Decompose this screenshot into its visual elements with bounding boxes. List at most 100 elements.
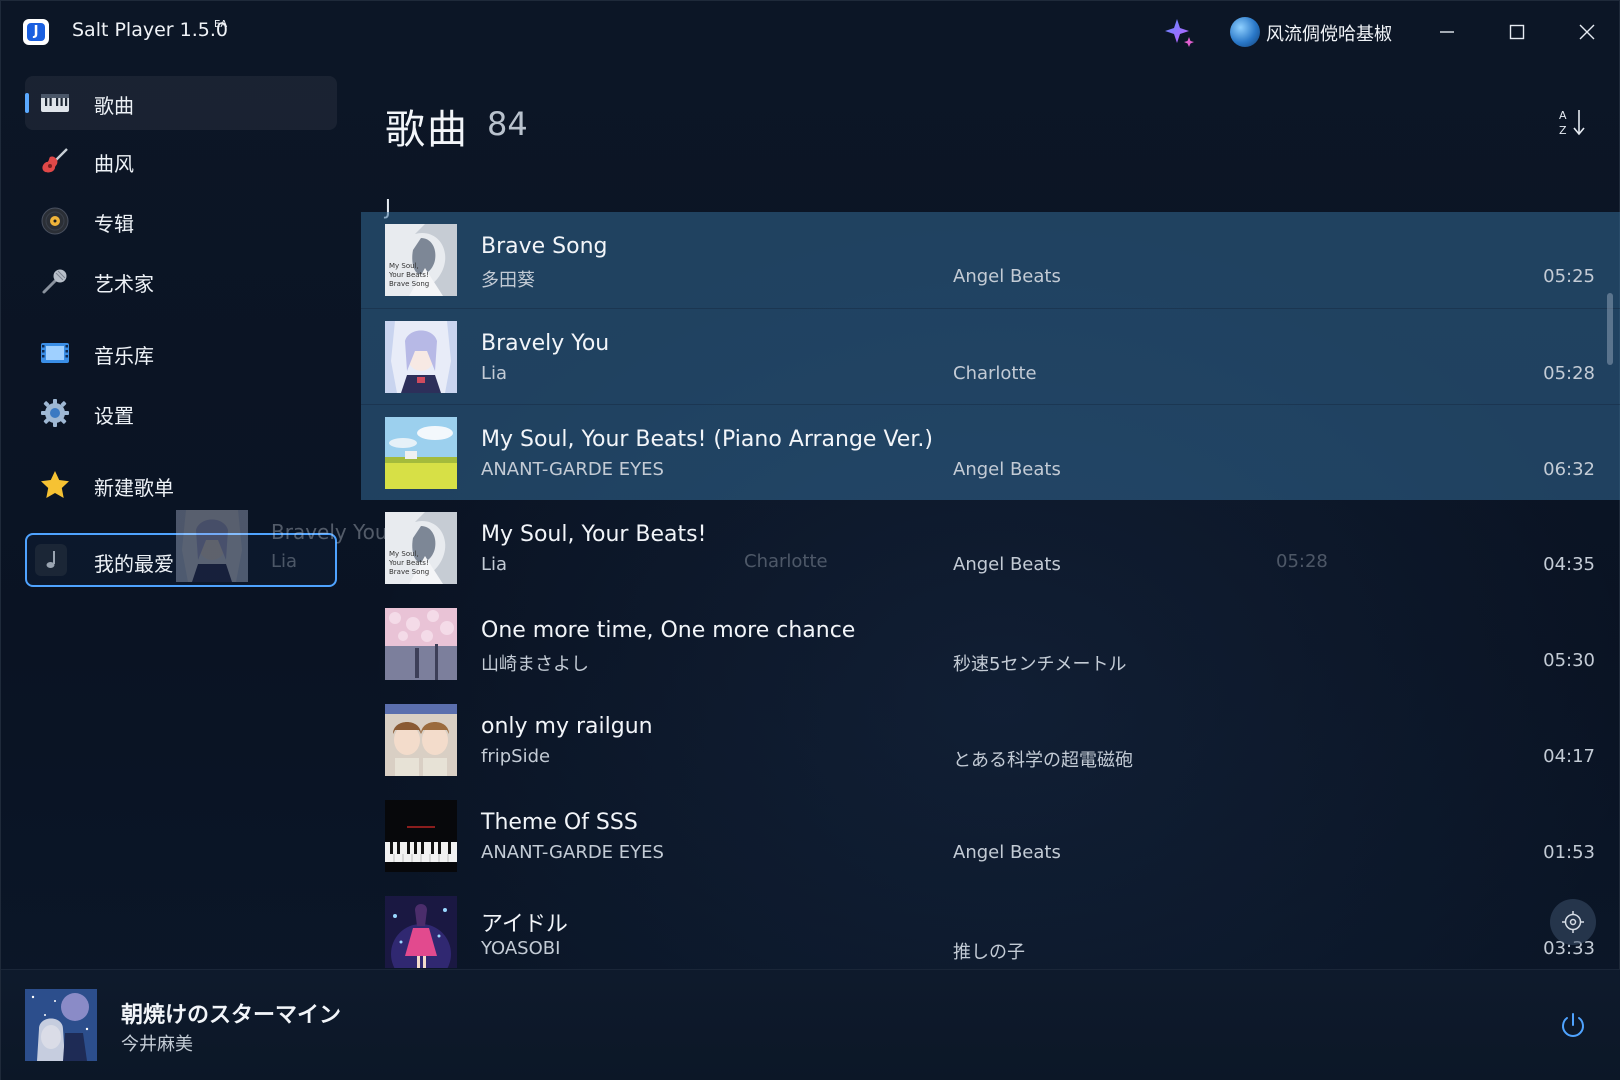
sort-az-icon: A Z xyxy=(1559,109,1585,137)
song-duration: 05:30 xyxy=(1543,650,1595,671)
vinyl-disc-icon xyxy=(39,205,71,237)
song-duration: 05:28 xyxy=(1543,363,1595,384)
album-cover xyxy=(385,800,457,872)
minimize-icon xyxy=(1440,31,1454,33)
guitar-icon xyxy=(39,145,71,177)
now-playing-cover[interactable] xyxy=(25,989,97,1061)
svg-text:My Soul,: My Soul, xyxy=(389,550,419,558)
svg-text:My Soul,: My Soul, xyxy=(389,262,419,270)
song-album[interactable]: Angel Beats xyxy=(953,459,1061,480)
player-bar[interactable]: 朝焼けのスターマイン 今井麻美 xyxy=(1,969,1620,1080)
song-duration: 01:53 xyxy=(1543,842,1595,863)
piano-keys-icon xyxy=(39,87,71,119)
sparkle-icon[interactable] xyxy=(1164,17,1196,49)
gear-icon xyxy=(39,397,71,429)
song-row[interactable]: One more time, One more chance 山崎まさよし 秒速… xyxy=(361,596,1620,692)
now-playing-artist: 今井麻美 xyxy=(121,1034,193,1055)
sidebar-item-label: 设置 xyxy=(94,404,134,428)
song-duration: 04:35 xyxy=(1543,554,1595,575)
album-cover: My Soul, Your Beats! Brave Song xyxy=(385,512,457,584)
sidebar-item-label: 专辑 xyxy=(94,212,134,236)
maximize-icon xyxy=(1509,24,1525,40)
song-artist[interactable]: 山崎まさよし xyxy=(481,650,589,676)
power-icon xyxy=(1562,1013,1584,1037)
song-artist[interactable]: Lia xyxy=(481,363,507,384)
song-album[interactable]: 秒速5センチメートル xyxy=(953,650,1126,676)
song-row[interactable]: Bravely You Lia Charlotte 05:28 xyxy=(361,308,1620,404)
user-avatar[interactable] xyxy=(1230,17,1260,47)
song-artist[interactable]: ANANT-GARDE EYES xyxy=(481,459,664,480)
user-name[interactable]: 风流倜傥哈基椒 xyxy=(1266,20,1392,46)
svg-text:Your Beats!: Your Beats! xyxy=(388,271,429,279)
film-strip-icon xyxy=(39,337,71,369)
music-note-icon xyxy=(35,544,67,576)
song-duration: 05:25 xyxy=(1543,266,1595,287)
song-artist[interactable]: Lia xyxy=(481,554,507,575)
close-button[interactable] xyxy=(1567,15,1607,49)
song-title: My Soul, Your Beats! xyxy=(481,522,707,547)
song-artist[interactable]: YOASOBI xyxy=(481,938,560,959)
power-button[interactable] xyxy=(1557,1010,1589,1042)
song-row[interactable]: Theme Of SSS ANANT-GARDE EYES Angel Beat… xyxy=(361,788,1620,884)
sort-button[interactable]: A Z xyxy=(1557,105,1589,139)
scrollbar-thumb[interactable] xyxy=(1607,293,1613,365)
album-cover: My Soul, Your Beats! Brave Song xyxy=(385,224,457,296)
song-artist[interactable]: fripSide xyxy=(481,746,550,767)
song-row[interactable]: アイドル YOASOBI 推しの子 03:33 xyxy=(361,884,1620,968)
song-album[interactable]: Angel Beats xyxy=(953,842,1061,863)
song-row[interactable]: My Soul, Your Beats! (Piano Arrange Ver.… xyxy=(361,404,1620,500)
song-title: Bravely You xyxy=(481,331,610,356)
song-title: Brave Song xyxy=(481,234,608,259)
song-row[interactable]: My Soul, Your Beats! Brave Song Brave So… xyxy=(361,212,1620,308)
album-cover xyxy=(385,608,457,680)
sidebar-item-label: 曲风 xyxy=(94,152,134,176)
song-title: only my railgun xyxy=(481,714,653,739)
sidebar-item-label: 艺术家 xyxy=(94,272,154,296)
song-duration: 04:17 xyxy=(1543,746,1595,767)
microphone-icon xyxy=(39,265,71,297)
song-title: Theme Of SSS xyxy=(481,810,638,835)
sidebar-item-genres[interactable]: 曲风 xyxy=(25,134,337,188)
song-duration: 06:32 xyxy=(1543,459,1595,480)
playlist-item-favorites[interactable]: 我的最爱 xyxy=(25,533,337,587)
sidebar-item-label: 歌曲 xyxy=(94,94,134,118)
sidebar-item-label: 音乐库 xyxy=(94,344,154,368)
close-icon xyxy=(1579,24,1595,40)
song-album[interactable]: とある科学の超電磁砲 xyxy=(953,746,1133,772)
sidebar-item-label: 新建歌单 xyxy=(94,476,174,500)
song-count: 84 xyxy=(487,105,528,143)
sidebar-item-settings[interactable]: 设置 xyxy=(25,386,337,440)
sidebar-item-albums[interactable]: 专辑 xyxy=(25,194,337,248)
sidebar-item-artists[interactable]: 艺术家 xyxy=(25,254,337,308)
app-window: J Salt Player 1.5.0 EA 风流倜傥哈基椒 歌曲 曲风 专辑 … xyxy=(0,0,1620,1080)
locate-current-button[interactable] xyxy=(1550,899,1596,945)
song-album[interactable]: Angel Beats xyxy=(953,266,1061,287)
app-title: Salt Player 1.5.0 xyxy=(72,19,228,41)
song-title: One more time, One more chance xyxy=(481,618,856,643)
song-row[interactable]: only my railgun fripSide とある科学の超電磁砲 04:1… xyxy=(361,692,1620,788)
album-cover xyxy=(385,704,457,776)
sidebar-item-songs[interactable]: 歌曲 xyxy=(25,76,337,130)
sidebar-item-library[interactable]: 音乐库 xyxy=(25,326,337,380)
svg-text:Z: Z xyxy=(1559,124,1567,137)
active-indicator xyxy=(25,93,29,113)
song-title: My Soul, Your Beats! (Piano Arrange Ver.… xyxy=(481,427,933,452)
page-title: 歌曲 xyxy=(385,107,469,153)
song-album[interactable]: Angel Beats xyxy=(953,554,1061,575)
svg-text:Your Beats!: Your Beats! xyxy=(388,559,429,567)
album-cover xyxy=(385,896,457,968)
title-bar[interactable]: J Salt Player 1.5.0 EA 风流倜傥哈基椒 xyxy=(1,1,1620,63)
song-album[interactable]: Charlotte xyxy=(953,363,1037,384)
song-album[interactable]: 推しの子 xyxy=(953,938,1025,964)
maximize-button[interactable] xyxy=(1497,15,1537,49)
crosshair-icon xyxy=(1562,911,1584,933)
song-title: アイドル xyxy=(481,912,568,937)
song-artist[interactable]: 多田葵 xyxy=(481,266,535,292)
song-row[interactable]: My Soul, Your Beats! Brave Song My Soul,… xyxy=(361,500,1620,596)
sidebar-item-new-playlist[interactable]: 新建歌单 xyxy=(25,458,337,512)
minimize-button[interactable] xyxy=(1427,15,1467,49)
svg-text:A: A xyxy=(1559,109,1567,122)
svg-text:Brave Song: Brave Song xyxy=(389,280,429,288)
song-list[interactable]: My Soul, Your Beats! Brave Song Brave So… xyxy=(361,212,1620,968)
song-artist[interactable]: ANANT-GARDE EYES xyxy=(481,842,664,863)
